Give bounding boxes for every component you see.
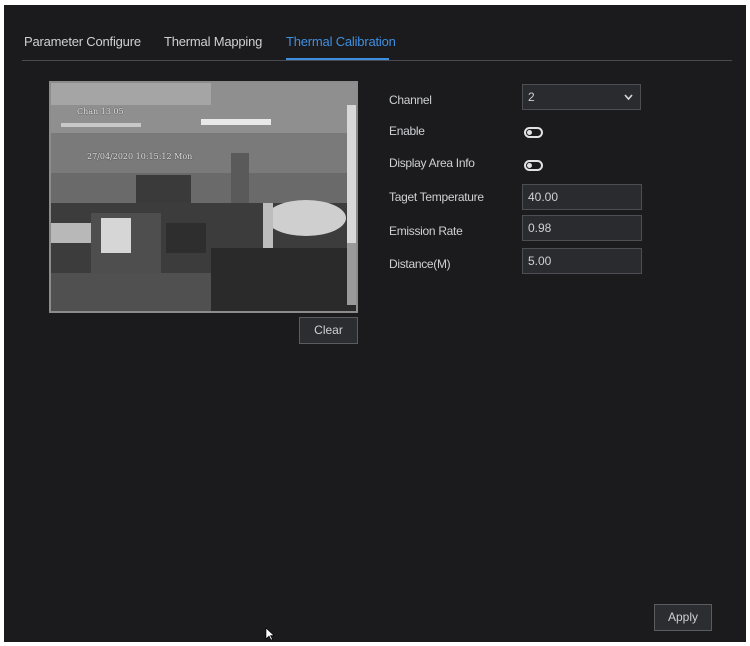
enable-toggle[interactable] <box>524 127 543 138</box>
channel-select[interactable]: 2 <box>522 84 641 110</box>
display-area-info-label: Display Area Info <box>389 156 475 170</box>
osd-channel-label: Chan 13 05 <box>77 107 124 116</box>
tab-thermal-calibration[interactable]: Thermal Calibration <box>286 34 396 49</box>
distance-label: Distance(M) <box>389 257 451 271</box>
toggle-off-icon <box>527 163 532 168</box>
enable-label: Enable <box>389 124 425 138</box>
channel-select-value: 2 <box>528 90 535 104</box>
target-temperature-label: Taget Temperature <box>389 190 484 204</box>
thermal-scene-image <box>51 83 356 311</box>
thermal-calibration-panel: Parameter Configure Thermal Mapping Ther… <box>4 5 746 642</box>
tab-thermal-mapping[interactable]: Thermal Mapping <box>164 34 262 49</box>
distance-input[interactable]: 5.00 <box>522 248 642 274</box>
toggle-off-icon <box>527 130 532 135</box>
tab-parameter-configure[interactable]: Parameter Configure <box>24 34 141 49</box>
tab-bar: Parameter Configure Thermal Mapping Ther… <box>4 5 746 63</box>
chevron-down-icon <box>624 85 633 119</box>
channel-label: Channel <box>389 93 432 107</box>
mouse-pointer-icon <box>265 627 275 646</box>
emission-rate-input[interactable]: 0.98 <box>522 215 642 241</box>
clear-button[interactable]: Clear <box>299 317 358 344</box>
apply-button[interactable]: Apply <box>654 604 712 631</box>
emission-rate-label: Emission Rate <box>389 224 463 238</box>
osd-timestamp: 27/04/2020 10:15:12 Mon <box>87 152 193 161</box>
tab-divider <box>22 60 732 61</box>
thermal-video-preview[interactable]: Chan 13 05 27/04/2020 10:15:12 Mon <box>49 81 358 313</box>
target-temperature-input[interactable]: 40.00 <box>522 184 642 210</box>
display-area-info-toggle[interactable] <box>524 160 543 171</box>
